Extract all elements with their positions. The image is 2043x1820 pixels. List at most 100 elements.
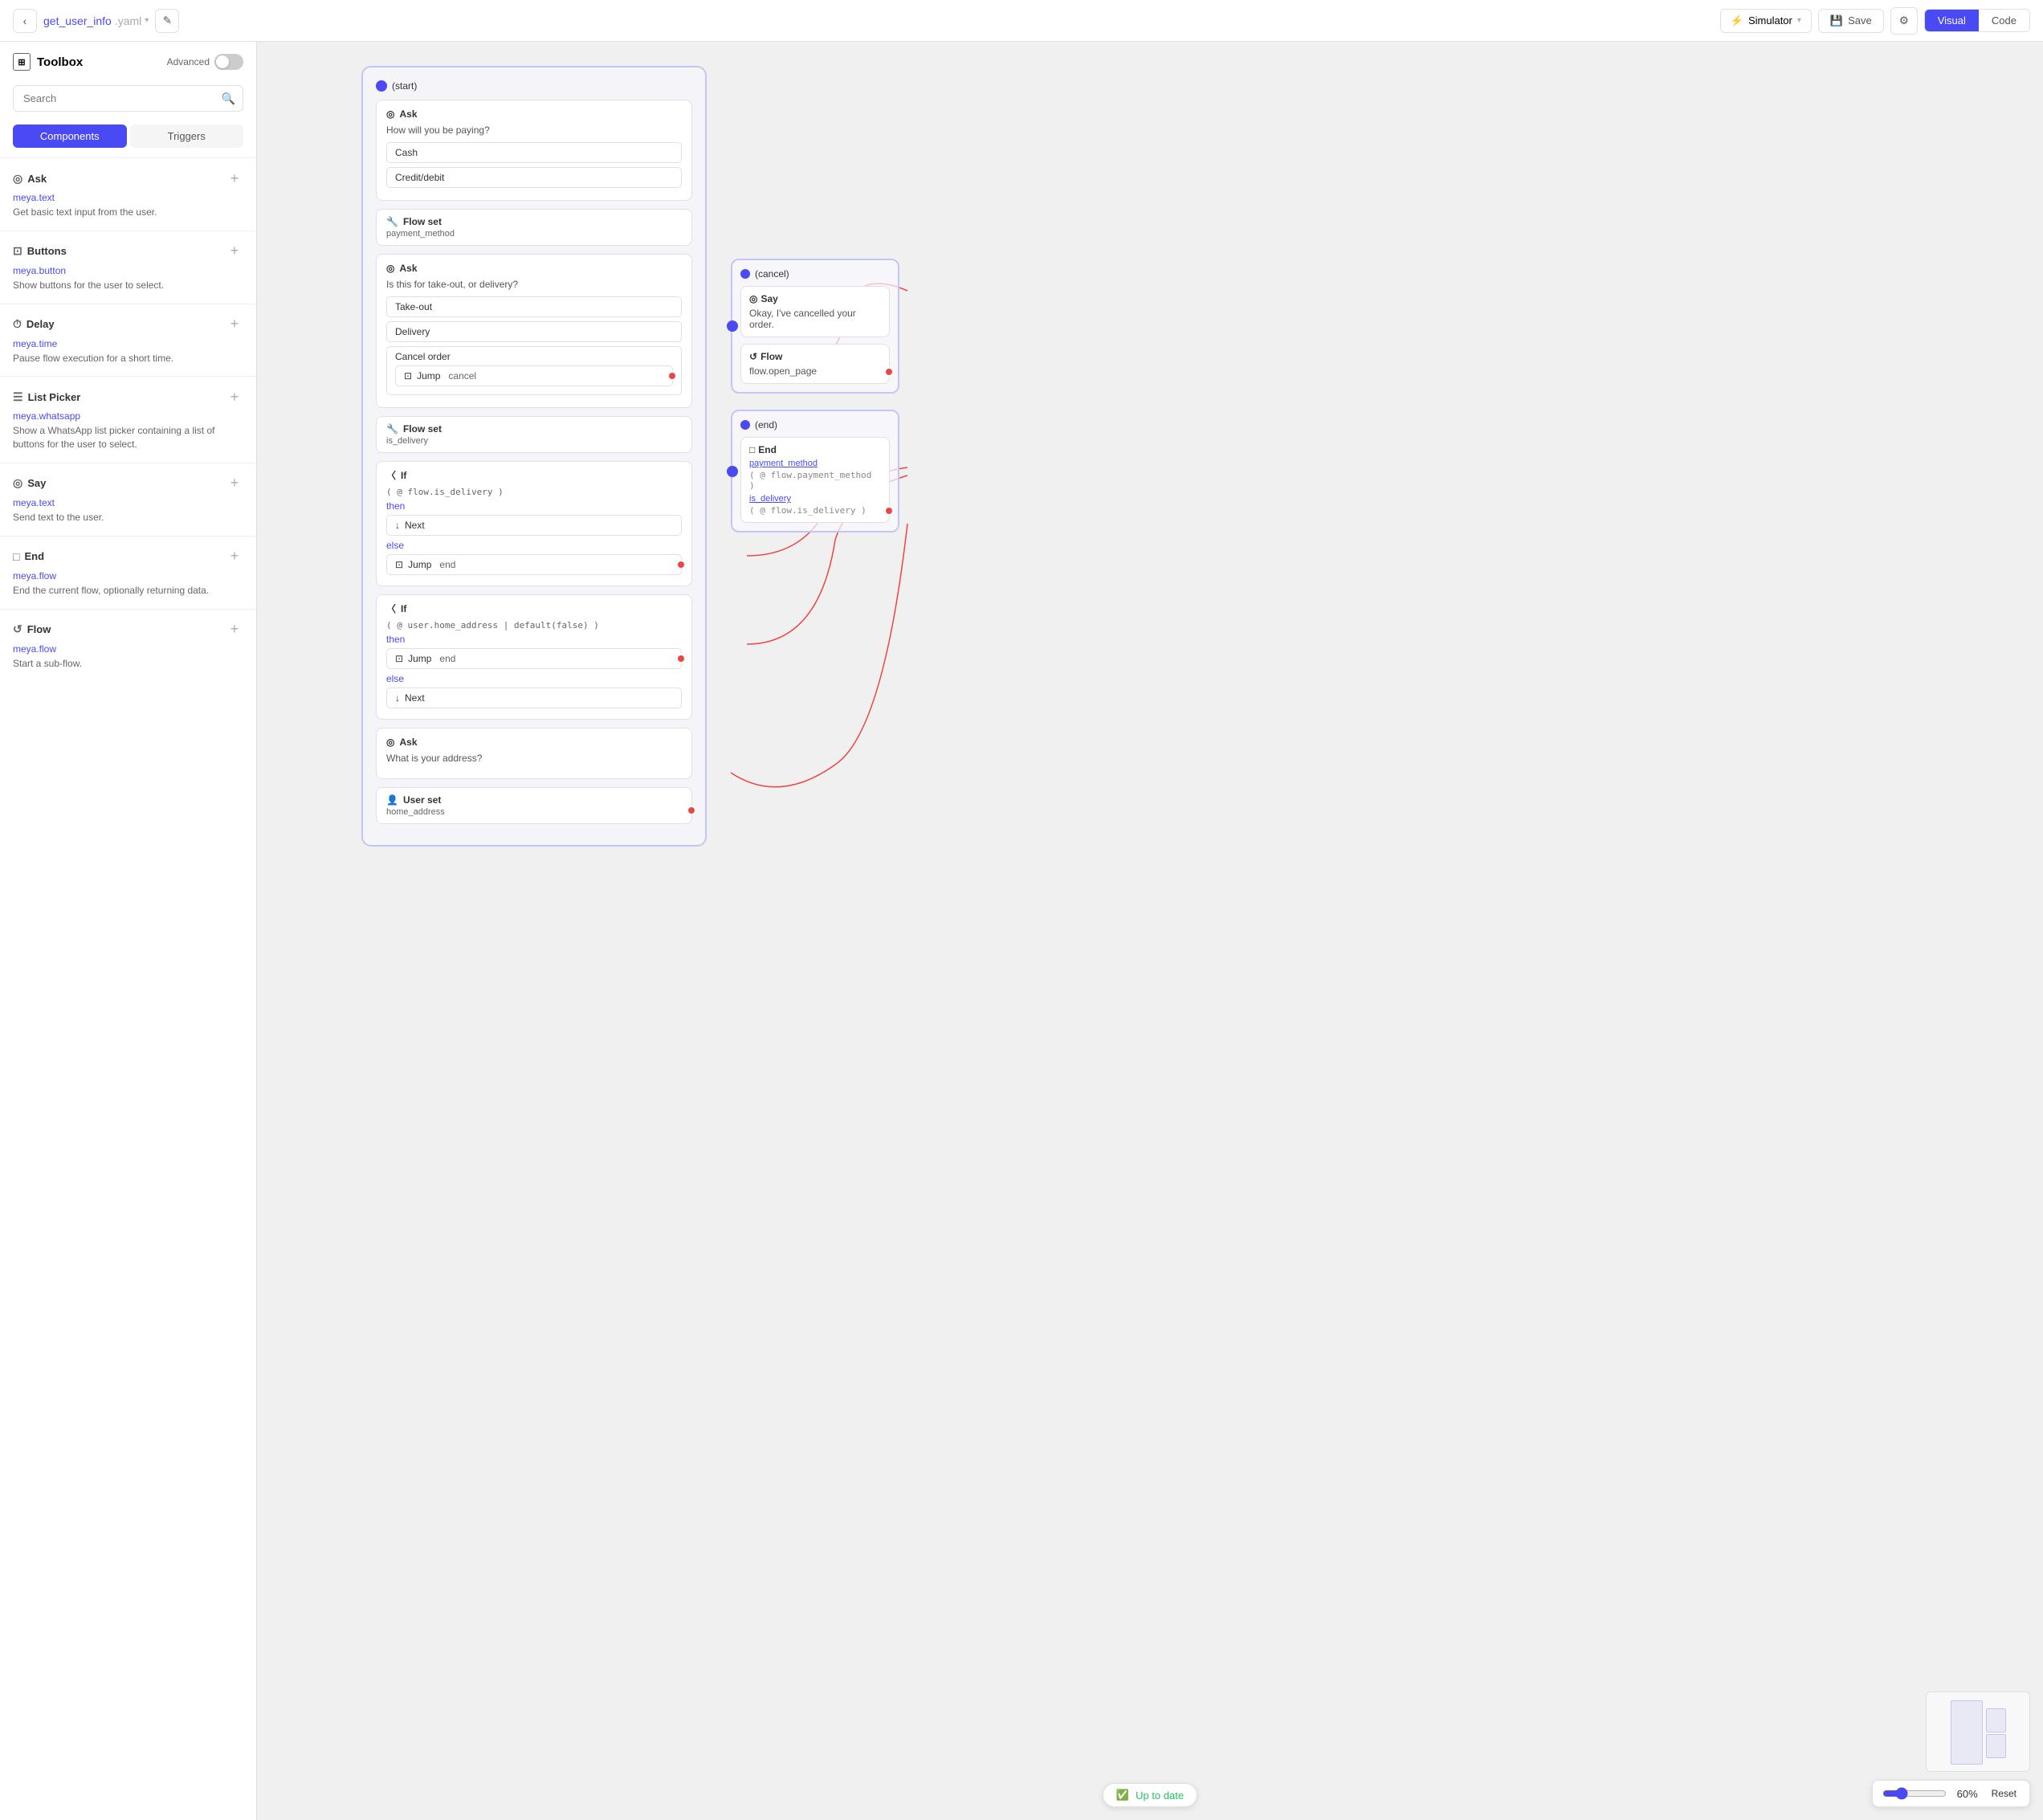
say-add-button[interactable]: + xyxy=(226,475,243,492)
end-start: (end) xyxy=(740,419,890,431)
flowset1-value: payment_method xyxy=(386,229,682,239)
list-picker-add-button[interactable]: + xyxy=(226,388,243,406)
cancel-flow-header: ↺ Flow xyxy=(749,351,881,362)
end-add-button[interactable]: + xyxy=(226,548,243,565)
chevron-down-icon: ▾ xyxy=(145,16,149,25)
end-desc: End the current flow, optionally returni… xyxy=(13,585,209,596)
toolbox-icon: ⊞ xyxy=(13,53,31,71)
end-card-icon: □ xyxy=(749,444,755,455)
delay-add-button[interactable]: + xyxy=(226,316,243,333)
if2-else-label[interactable]: else xyxy=(386,673,682,684)
ask2-node[interactable]: ◎ Ask Is this for take-out, or delivery?… xyxy=(376,254,692,408)
end-card[interactable]: □ End payment_method ( @ flow.payment_me… xyxy=(740,437,890,523)
if1-else-label[interactable]: else xyxy=(386,540,682,551)
if2-title: If xyxy=(401,603,406,614)
say-title: ◎ Say xyxy=(13,476,46,490)
tool-section-buttons: ⊡ Buttons + meya.button Show buttons for… xyxy=(0,235,256,300)
ask2-icon: ◎ xyxy=(386,263,394,274)
file-name[interactable]: get_user_info.yaml ▾ xyxy=(43,14,149,27)
if1-condition: ( @ flow.is_delivery ) xyxy=(386,487,682,497)
start-dot xyxy=(376,80,387,92)
cancel-dot xyxy=(740,269,750,279)
ask2-jump-btn: ⊡ Jump cancel xyxy=(395,365,673,386)
toggle-knob xyxy=(216,55,229,68)
canvas-area[interactable]: (start) ◎ Ask How will you be paying? Ca… xyxy=(257,42,2043,1820)
flowset2-node[interactable]: 🔧 Flow set is_delivery xyxy=(376,416,692,453)
status-text: Up to date xyxy=(1136,1789,1184,1802)
end-label: End xyxy=(24,550,44,562)
advanced-toggle-switch[interactable] xyxy=(214,54,243,70)
userset-dot xyxy=(687,806,696,815)
advanced-toggle: Advanced xyxy=(167,54,243,70)
if2-node[interactable]: 〈 If ( @ user.home_address | default(fal… xyxy=(376,594,692,720)
zoom-slider[interactable] xyxy=(1882,1787,1947,1800)
flow-link[interactable]: meya.flow xyxy=(13,643,243,655)
end-var1-link[interactable]: payment_method xyxy=(749,459,818,468)
if2-arrow-icon: ↓ xyxy=(395,692,400,704)
flow-label: Flow xyxy=(27,623,51,635)
say-link[interactable]: meya.text xyxy=(13,497,243,508)
topbar-left: ‹ get_user_info.yaml ▾ ✎ xyxy=(13,9,1714,33)
ask-link[interactable]: meya.text xyxy=(13,192,243,203)
ask-title: ◎ Ask xyxy=(13,172,47,186)
tab-components[interactable]: Components xyxy=(13,124,127,148)
cancel-say-card[interactable]: ◎ Say Okay, I've cancelled your order. xyxy=(740,286,890,337)
divider-7 xyxy=(0,609,256,610)
ask3-node[interactable]: ◎ Ask What is your address? xyxy=(376,728,692,779)
ask-section-header: ◎ Ask + xyxy=(13,169,243,187)
search-input[interactable] xyxy=(13,85,243,112)
tab-triggers[interactable]: Triggers xyxy=(130,124,244,148)
buttons-icon: ⊡ xyxy=(13,244,22,258)
save-icon: 💾 xyxy=(1830,14,1843,27)
delay-link[interactable]: meya.time xyxy=(13,338,243,349)
buttons-link[interactable]: meya.button xyxy=(13,265,243,276)
status-bar: ✅ Up to date xyxy=(1103,1783,1197,1807)
end-title: □ End xyxy=(13,550,44,563)
say-section-header: ◎ Say + xyxy=(13,475,243,492)
ask2-title: Ask xyxy=(399,263,417,274)
flow-add-button[interactable]: + xyxy=(226,621,243,639)
cancel-flow-card[interactable]: ↺ Flow flow.open_page xyxy=(740,344,890,384)
ask-icon: ◎ xyxy=(13,172,22,186)
filename-ext: .yaml xyxy=(115,14,141,27)
minimap-flow-rect xyxy=(1951,1700,1983,1765)
start-label: (start) xyxy=(392,80,417,92)
end-link[interactable]: meya.flow xyxy=(13,570,243,582)
end-var2-link[interactable]: is_delivery xyxy=(749,494,791,504)
ask3-icon: ◎ xyxy=(386,737,394,748)
cancel-flow-dot xyxy=(884,367,894,377)
ask2-option2: Delivery xyxy=(386,321,682,342)
buttons-label: Buttons xyxy=(27,245,67,257)
back-button[interactable]: ‹ xyxy=(13,9,37,33)
list-picker-label: List Picker xyxy=(28,391,81,403)
flowset1-node[interactable]: 🔧 Flow set payment_method xyxy=(376,209,692,246)
settings-button[interactable]: ⚙ xyxy=(1890,7,1918,35)
if1-then-label[interactable]: then xyxy=(386,500,682,512)
delay-label: Delay xyxy=(27,318,55,330)
list-picker-link[interactable]: meya.whatsapp xyxy=(13,410,243,422)
save-button[interactable]: 💾 Save xyxy=(1818,9,1884,33)
visual-view-button[interactable]: Visual xyxy=(1925,10,1979,31)
tool-section-end: □ End + meya.flow End the current flow, … xyxy=(0,540,256,606)
ask1-node[interactable]: ◎ Ask How will you be paying? Cash Credi… xyxy=(376,100,692,201)
tool-section-list-picker: ☰ List Picker + meya.whatsapp Show a Wha… xyxy=(0,380,256,459)
simulator-button[interactable]: ⚡ Simulator ▾ xyxy=(1720,9,1812,33)
if1-jump-dest: end xyxy=(439,559,455,570)
tool-section-say: ◎ Say + meya.text Send text to the user. xyxy=(0,467,256,533)
end-label: (end) xyxy=(755,419,777,431)
buttons-add-button[interactable]: + xyxy=(226,243,243,260)
end-dot xyxy=(740,420,750,430)
if2-then-label[interactable]: then xyxy=(386,634,682,645)
userset-node[interactable]: 👤 User set home_address xyxy=(376,787,692,824)
sim-chevron: ▾ xyxy=(1797,16,1801,25)
flow-layout: (start) ◎ Ask How will you be paying? Ca… xyxy=(361,66,899,847)
cancel-flow-title: Flow xyxy=(761,351,782,362)
minimap-end-rect xyxy=(1986,1734,2006,1758)
edit-button[interactable]: ✎ xyxy=(155,9,179,33)
ask1-icon: ◎ xyxy=(386,108,394,120)
reset-zoom-button[interactable]: Reset xyxy=(1988,1788,2020,1799)
if1-node[interactable]: 〈 If ( @ flow.is_delivery ) then ↓ Next … xyxy=(376,461,692,586)
divider-4 xyxy=(0,376,256,377)
ask-add-button[interactable]: + xyxy=(226,169,243,187)
code-view-button[interactable]: Code xyxy=(1979,10,2029,31)
